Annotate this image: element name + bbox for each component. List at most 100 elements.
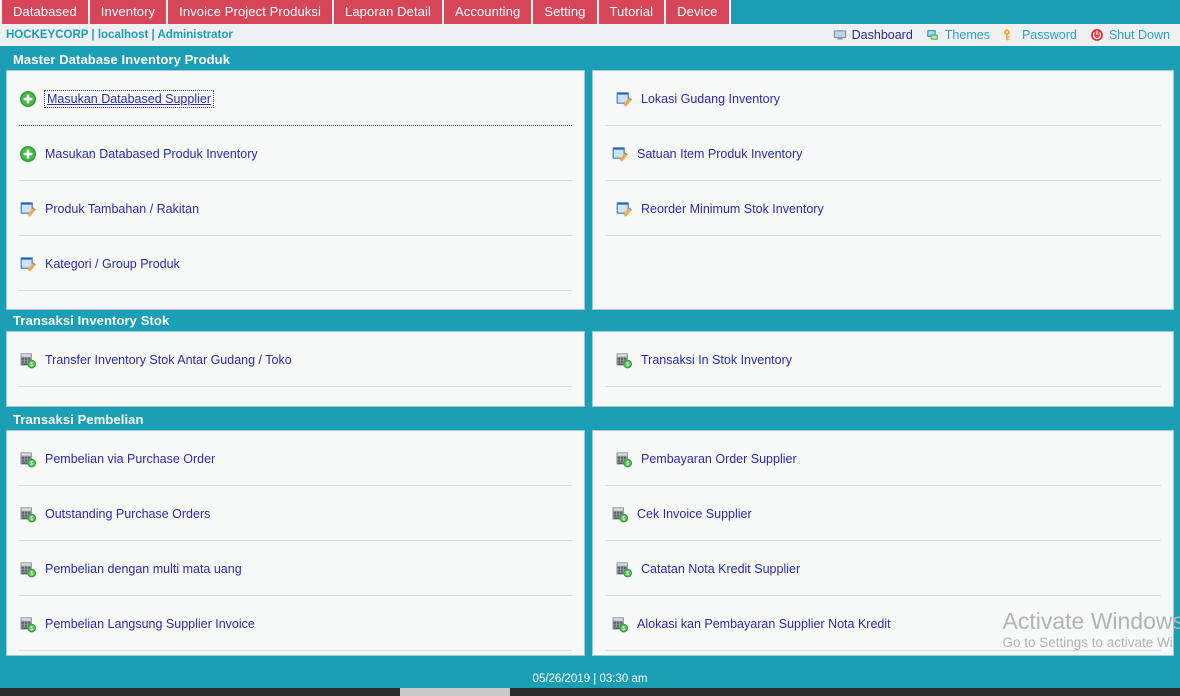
note-edit-icon	[615, 90, 633, 108]
topnav-label: Themes	[944, 28, 990, 42]
section-header: Transaksi Pembelian	[6, 410, 1174, 430]
register-icon: $	[611, 615, 629, 633]
menu-item-label: Pembelian dengan multi mata uang	[45, 561, 242, 576]
app-window: Databased Inventory Invoice Project Produk…	[0, 0, 1180, 696]
row-divider	[605, 235, 1161, 236]
topnav-label: Dashboard	[851, 28, 913, 42]
register-icon: $	[19, 505, 37, 523]
register-icon: $	[615, 450, 633, 468]
menu-item-label: Reorder Minimum Stok Inventory	[641, 201, 824, 216]
svg-text:$: $	[626, 461, 629, 467]
svg-text:$: $	[30, 571, 33, 577]
menu-item-label: Lokasi Gudang Inventory	[641, 91, 780, 106]
register-icon: $	[19, 351, 37, 369]
register-icon: $	[611, 505, 629, 523]
menu-item-label: Cek Invoice Supplier	[637, 506, 752, 521]
topnav-label: Shut Down	[1108, 28, 1170, 42]
menu-item-label: Pembayaran Order Supplier	[641, 451, 797, 466]
menu-item-label: Produk Tambahan / Rakitan	[45, 201, 200, 216]
info-bar: HOCKEYCORP | localhost | Administrator D…	[0, 24, 1180, 46]
top-nav-links: Dashboard Themes Password Shut Down	[833, 28, 1180, 42]
menu-item-label: Masukan Databased Produk Inventory	[45, 146, 258, 161]
tab-laporan-detail[interactable]: Laporan Detail	[334, 0, 444, 24]
menu-item[interactable]: $ Transaksi In Stok Inventory	[593, 332, 1173, 387]
svg-text:$: $	[622, 626, 625, 632]
menu-item-label: Satuan Item Produk Inventory	[637, 146, 803, 161]
breadcrumb: HOCKEYCORP | localhost | Administrator	[6, 29, 233, 41]
tab-inventory[interactable]: Inventory	[89, 0, 169, 24]
taskbar-item[interactable]	[400, 688, 510, 696]
svg-text:$: $	[30, 516, 33, 522]
os-taskbar	[0, 688, 1180, 696]
svg-text:$: $	[30, 461, 33, 467]
tab-invoice-project-produksi[interactable]: Invoice Project Produksi	[168, 0, 335, 24]
topnav-password[interactable]: Password	[1003, 28, 1077, 42]
menu-item-label: Pembelian Langsung Supplier Invoice	[45, 616, 255, 631]
menu-item-label: Transfer Inventory Stok Antar Gudang / T…	[45, 352, 292, 367]
menu-item-label: Alokasi kan Pembayaran Supplier Nota Kre…	[637, 616, 891, 631]
section-header: Transaksi Inventory Stok	[6, 311, 1174, 331]
menu-item[interactable]: $ Transfer Inventory Stok Antar Gudang / …	[7, 332, 584, 387]
register-icon: $	[19, 450, 37, 468]
menu-item[interactable]: $ Cek Invoice Supplier	[593, 486, 1173, 541]
topnav-shut-down[interactable]: Shut Down	[1090, 28, 1170, 42]
row-divider	[605, 650, 1161, 651]
row-divider	[605, 386, 1161, 387]
menu-item[interactable]: $ Pembayaran Order Supplier	[593, 431, 1173, 486]
tab-tutorial[interactable]: Tutorial	[598, 0, 667, 24]
topnav-themes[interactable]: Themes	[926, 28, 990, 42]
section-panel-left: $ Pembelian via Purchase Order $ Outstandin…	[6, 430, 585, 656]
tab-device[interactable]: Device	[666, 0, 731, 24]
topnav-label: Password	[1021, 28, 1077, 42]
section-panel-right: $ Transaksi In Stok Inventory	[592, 331, 1174, 407]
menu-item-label: Outstanding Purchase Orders	[45, 506, 211, 521]
add-circle-icon	[19, 90, 37, 108]
monitor-icon	[833, 28, 847, 42]
menu-item[interactable]: Masukan Databased Supplier	[7, 71, 584, 126]
register-icon: $	[615, 351, 633, 369]
tab-setting[interactable]: Setting	[533, 0, 599, 24]
menu-item[interactable]: $ Pembelian Langsung Supplier Invoice	[7, 596, 584, 651]
svg-text:$: $	[626, 571, 629, 577]
svg-text:$: $	[30, 626, 33, 632]
tab-databased[interactable]: Databased	[0, 0, 90, 24]
register-icon: $	[19, 560, 37, 578]
menu-item[interactable]: Reorder Minimum Stok Inventory	[593, 181, 1173, 236]
menu-item[interactable]: Satuan Item Produk Inventory	[593, 126, 1173, 181]
themes-icon	[926, 28, 940, 42]
row-divider	[19, 386, 572, 387]
menu-item-label: Masukan Databased Supplier	[44, 89, 214, 108]
menu-item[interactable]: $ Pembelian via Purchase Order	[7, 431, 584, 486]
section-panel-right: $ Pembayaran Order Supplier $ Cek Invoice S…	[592, 430, 1174, 656]
section-header: Master Database Inventory Produk	[6, 50, 1174, 70]
menu-item-label: Pembelian via Purchase Order	[45, 451, 216, 466]
power-icon	[1090, 28, 1104, 42]
register-icon: $	[19, 615, 37, 633]
svg-text:$: $	[626, 362, 629, 368]
main-tab-bar: Databased Inventory Invoice Project Produk…	[0, 0, 1180, 24]
register-icon: $	[615, 560, 633, 578]
svg-text:$: $	[622, 516, 625, 522]
menu-item-label: Catatan Nota Kredit Supplier	[641, 561, 801, 576]
note-edit-icon	[615, 200, 633, 218]
note-edit-icon	[19, 200, 37, 218]
key-icon	[1003, 28, 1017, 42]
menu-item[interactable]: Lokasi Gudang Inventory	[593, 71, 1173, 126]
section-panel-right: Lokasi Gudang Inventory Satuan Item Produ…	[592, 70, 1174, 310]
add-circle-icon	[19, 145, 37, 163]
note-edit-icon	[19, 255, 37, 273]
menu-item-label: Kategori / Group Produk	[45, 256, 180, 271]
menu-item[interactable]: Kategori / Group Produk	[7, 236, 584, 291]
menu-item[interactable]: $ Pembelian dengan multi mata uang	[7, 541, 584, 596]
topnav-dashboard[interactable]: Dashboard	[833, 28, 913, 42]
row-divider	[19, 290, 572, 291]
tab-accounting[interactable]: Accounting	[443, 0, 534, 24]
menu-item[interactable]: $ Outstanding Purchase Orders	[7, 486, 584, 541]
menu-item[interactable]: Produk Tambahan / Rakitan	[7, 181, 584, 236]
svg-text:$: $	[30, 362, 33, 368]
note-edit-icon	[611, 145, 629, 163]
menu-item[interactable]: $ Catatan Nota Kredit Supplier	[593, 541, 1173, 596]
menu-item[interactable]: $ Alokasi kan Pembayaran Supplier Nota Kr…	[593, 596, 1173, 651]
section-panel-left: Masukan Databased Supplier Masukan Databa…	[6, 70, 585, 310]
menu-item[interactable]: Masukan Databased Produk Inventory	[7, 126, 584, 181]
